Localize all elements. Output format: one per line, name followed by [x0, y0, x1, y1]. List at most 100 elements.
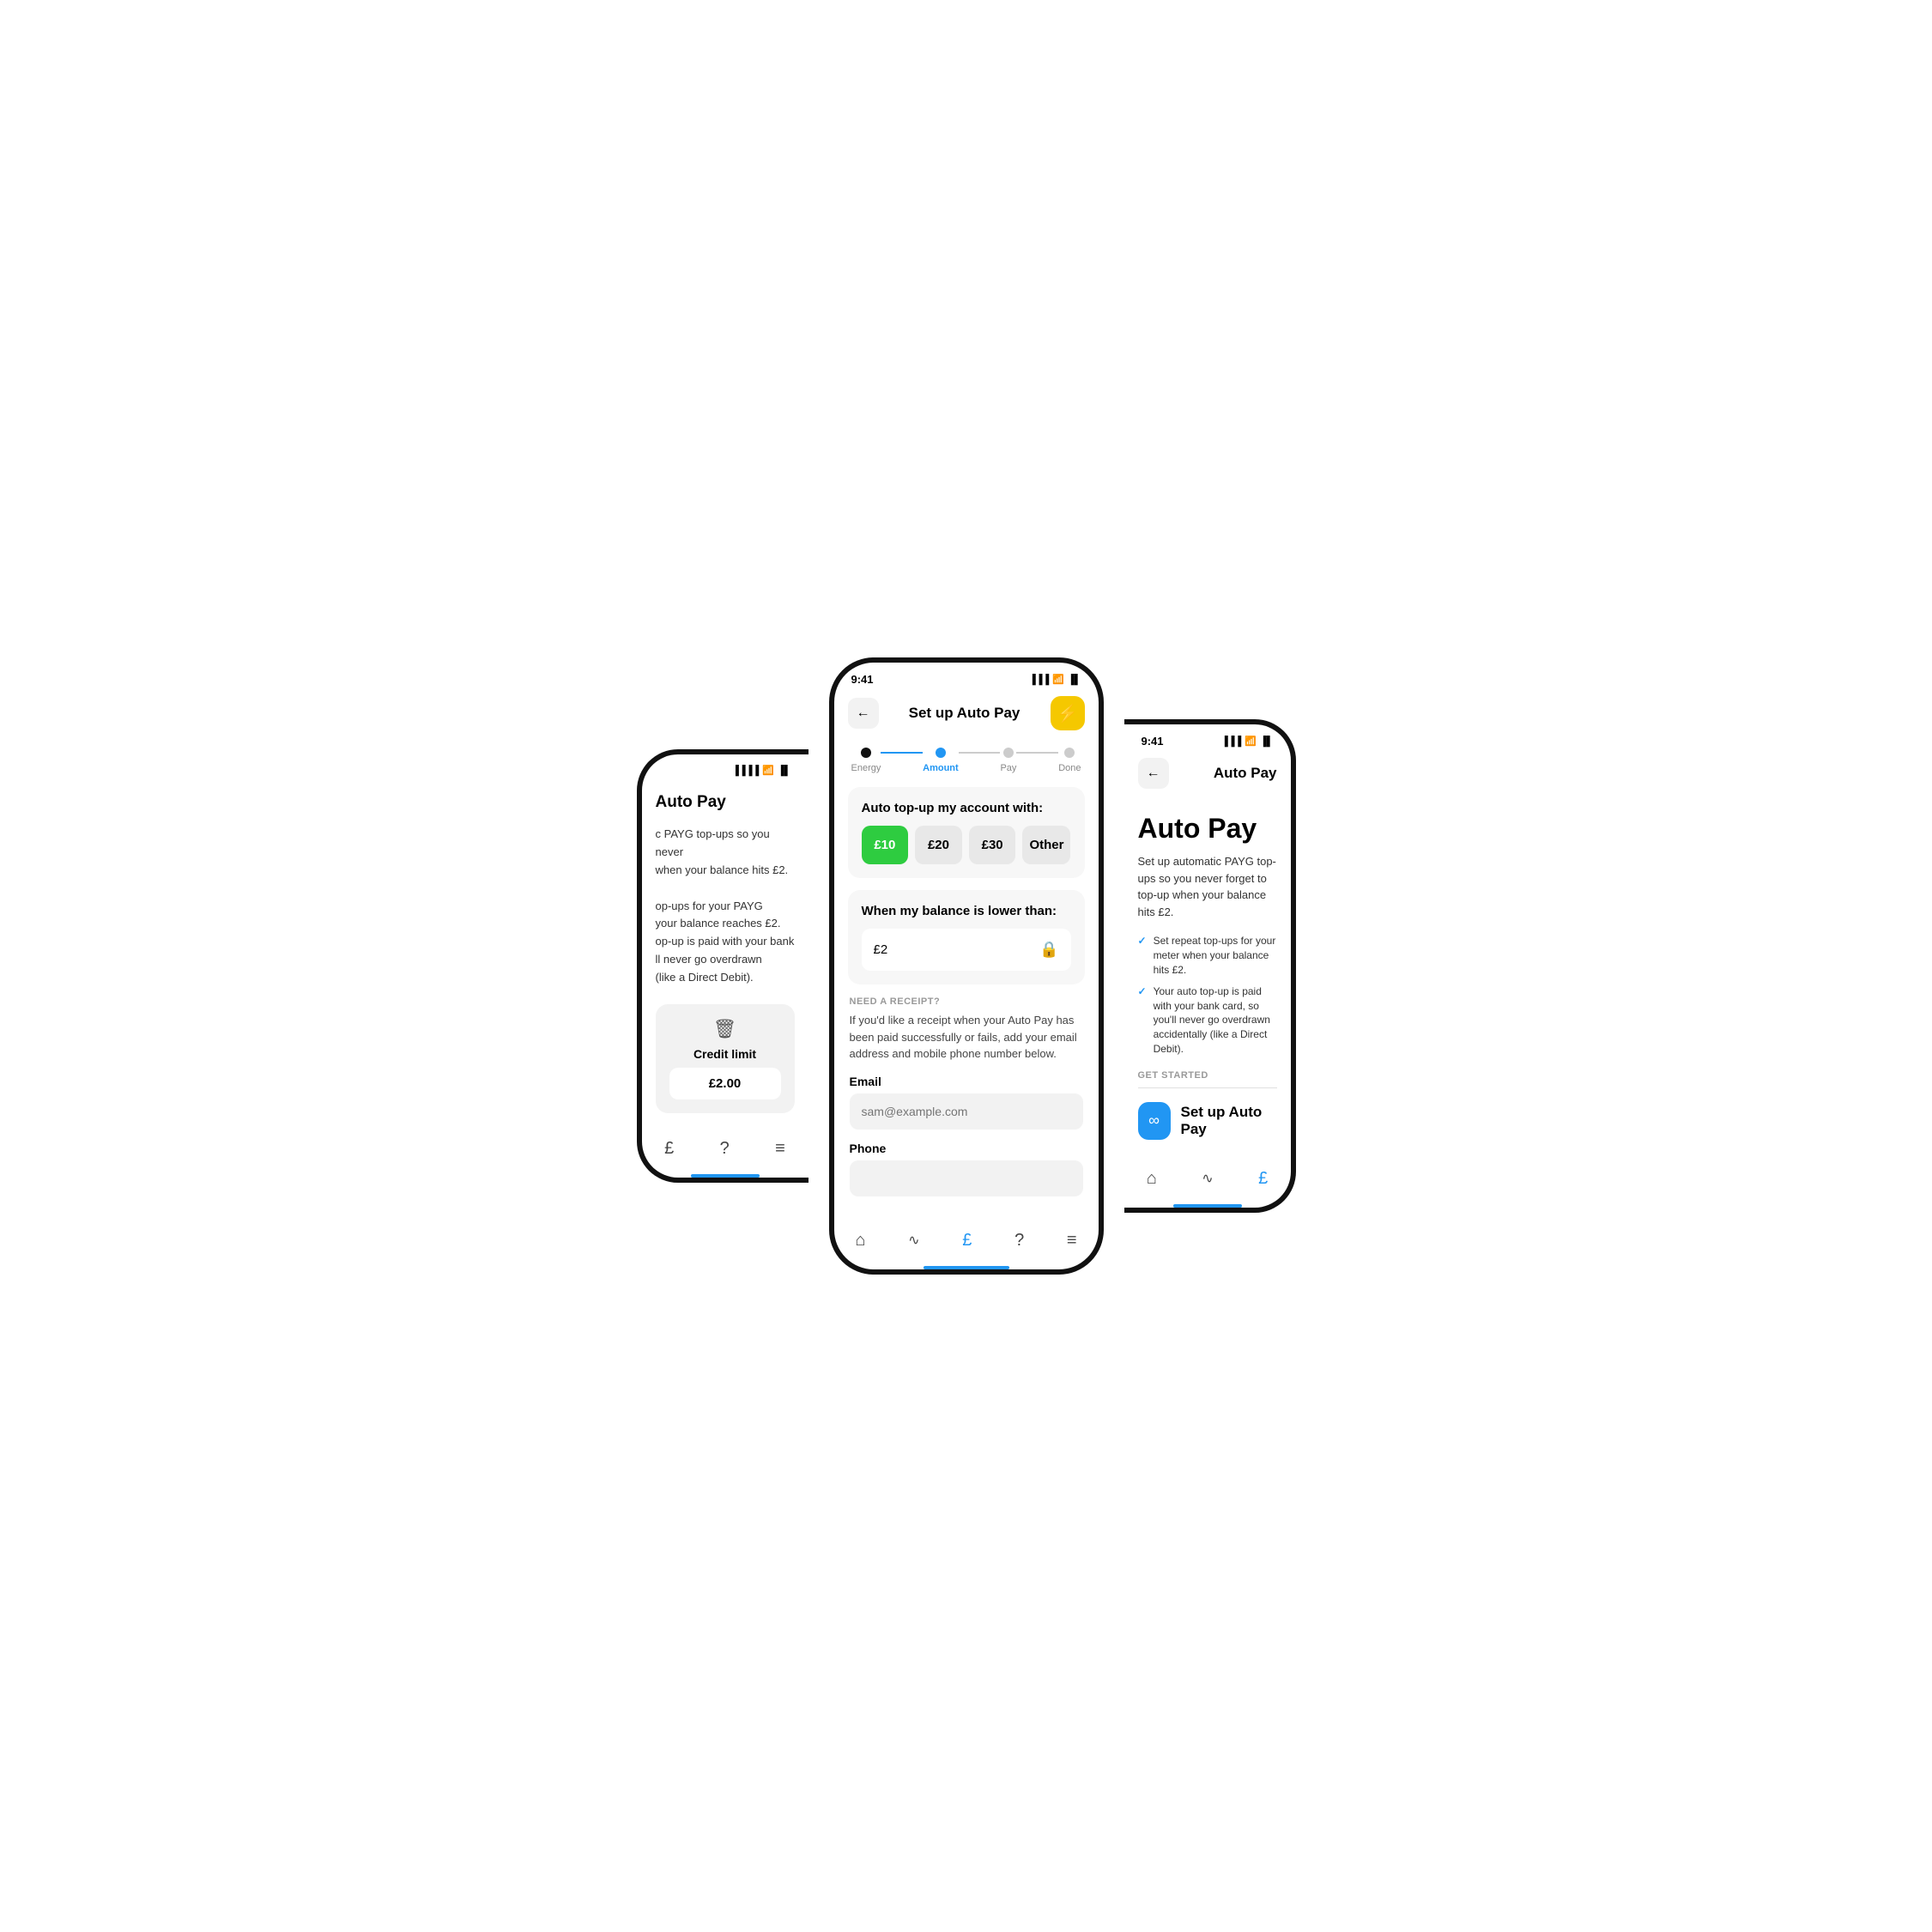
center-status-bar: 9:41 ▐▐▐ 📶 ▐▌ — [834, 663, 1099, 689]
right-content: Auto Pay Set up automatic PAYG top-ups s… — [1124, 799, 1291, 1156]
center-flash-button[interactable]: ⚡ — [1051, 696, 1085, 730]
balance-card: When my balance is lower than: £2 🔒 — [848, 890, 1085, 984]
balance-value: £2 — [874, 942, 888, 957]
battery-icon: ▐▌ — [778, 766, 791, 776]
receipt-label: NEED A RECEIPT? — [850, 996, 1083, 1007]
receipt-section: NEED A RECEIPT? If you'd like a receipt … — [848, 996, 1085, 1208]
check-item-2: ✓ Your auto top-up is paid with your ban… — [1138, 984, 1277, 1057]
right-description: Set up automatic PAYG top-ups so you nev… — [1138, 853, 1277, 920]
center-nav-help-icon[interactable]: ? — [1011, 1227, 1027, 1254]
right-nav-title: Auto Pay — [1214, 765, 1277, 782]
center-nav-title: Set up Auto Pay — [909, 705, 1021, 722]
amount-options: £10 £20 £30 Other — [862, 826, 1071, 864]
scene: ▐▐▐▐ 📶 ▐▌ Auto Pay c PAYG top-ups so you… — [494, 657, 1438, 1275]
amount-20-button[interactable]: £20 — [915, 826, 962, 864]
center-battery-icon: ▐▌ — [1068, 675, 1081, 685]
stepper-line-1 — [881, 752, 923, 754]
credit-value: £2.00 — [669, 1068, 781, 1099]
flash-icon: ⚡ — [1057, 703, 1078, 724]
left-status-icons: ▐▐▐▐ 📶 ▐▌ — [732, 765, 790, 776]
stepper-label-amount: Amount — [923, 763, 959, 773]
right-status-icons: ▐▐▐ 📶 ▐▌ — [1221, 736, 1274, 747]
wifi-icon: 📶 — [762, 765, 774, 776]
phone-input[interactable] — [850, 1160, 1083, 1196]
amount-card-title: Auto top-up my account with: — [862, 801, 1071, 815]
credit-limit-label: Credit limit — [693, 1047, 756, 1061]
center-nav-menu-icon[interactable]: ≡ — [1063, 1227, 1081, 1254]
left-nav-menu-icon[interactable]: ≡ — [772, 1136, 789, 1162]
center-status-icons: ▐▐▐ 📶 ▐▌ — [1029, 674, 1081, 685]
center-nav-payment-icon[interactable]: £ — [959, 1227, 975, 1254]
email-label: Email — [850, 1075, 1083, 1088]
right-signal-icon: ▐▐▐ — [1221, 736, 1241, 747]
left-nav-payment-icon[interactable]: £ — [661, 1136, 677, 1162]
email-input[interactable] — [850, 1093, 1083, 1130]
stepper-energy: Energy — [851, 748, 881, 773]
left-phone: ▐▐▐▐ 📶 ▐▌ Auto Pay c PAYG top-ups so you… — [637, 749, 809, 1182]
setup-btn-label: Set up Auto Pay — [1181, 1104, 1277, 1138]
check-text-2: Your auto top-up is paid with your bank … — [1154, 984, 1277, 1057]
amount-card: Auto top-up my account with: £10 £20 £30… — [848, 787, 1085, 878]
center-bottom-nav: ⌂ ∿ £ ? ≡ — [834, 1219, 1099, 1269]
receipt-description: If you'd like a receipt when your Auto P… — [850, 1012, 1083, 1063]
balance-card-title: When my balance is lower than: — [862, 904, 1071, 918]
stepper-dot-pay — [1003, 748, 1014, 758]
stepper-pay: Pay — [1000, 748, 1016, 773]
left-title: Auto Pay — [656, 793, 795, 812]
check-mark-1: ✓ — [1138, 934, 1147, 977]
phone-label: Phone — [850, 1142, 1083, 1155]
trash-icon: 🗑 — [713, 1018, 737, 1040]
right-nav-header: ← Auto Pay — [1124, 751, 1291, 799]
stepper-dot-done — [1064, 748, 1075, 758]
amount-10-button[interactable]: £10 — [862, 826, 909, 864]
right-battery-icon: ▐▌ — [1260, 736, 1274, 747]
progress-stepper: Energy Amount Pay Done — [834, 741, 1099, 787]
center-nav-home-icon[interactable]: ⌂ — [851, 1227, 869, 1254]
stepper-line-3 — [1016, 752, 1058, 754]
stepper-label-pay: Pay — [1000, 763, 1016, 773]
right-nav-home-icon[interactable]: ⌂ — [1143, 1166, 1160, 1192]
right-nav-payment-icon[interactable]: £ — [1255, 1166, 1271, 1192]
center-nav-header: ← Set up Auto Pay ⚡ — [834, 689, 1099, 741]
right-big-title: Auto Pay — [1138, 813, 1277, 845]
right-time: 9:41 — [1142, 735, 1164, 748]
left-status-bar: ▐▐▐▐ 📶 ▐▌ — [642, 754, 809, 779]
lock-icon: 🔒 — [1039, 941, 1058, 959]
check-mark-2: ✓ — [1138, 984, 1147, 1057]
stepper-done: Done — [1058, 748, 1081, 773]
stepper-dot-amount — [936, 748, 946, 758]
center-wifi-icon: 📶 — [1052, 674, 1064, 685]
stepper-amount: Amount — [923, 748, 959, 773]
center-nav-activity-icon[interactable]: ∿ — [905, 1228, 923, 1252]
stepper-line-2 — [959, 752, 1001, 754]
right-bottom-nav: ⌂ ∿ £ — [1124, 1157, 1291, 1208]
right-nav-activity-icon[interactable]: ∿ — [1198, 1166, 1216, 1190]
auto-pay-icon: ∞ — [1138, 1102, 1171, 1140]
right-status-bar: 9:41 ▐▐▐ 📶 ▐▌ — [1124, 724, 1291, 751]
stepper-label-energy: Energy — [851, 763, 881, 773]
left-bottom-nav: £ ? ≡ — [642, 1127, 809, 1178]
stepper-dot-energy — [861, 748, 871, 758]
divider — [1138, 1087, 1277, 1088]
infinity-icon: ∞ — [1148, 1111, 1160, 1130]
right-wifi-icon: 📶 — [1245, 736, 1257, 747]
amount-other-button[interactable]: Other — [1022, 826, 1070, 864]
center-signal-icon: ▐▐▐ — [1029, 675, 1049, 685]
check-item-1: ✓ Set repeat top-ups for your meter when… — [1138, 934, 1277, 977]
amount-30-button[interactable]: £30 — [969, 826, 1016, 864]
setup-auto-pay-button[interactable]: ∞ Set up Auto Pay — [1138, 1099, 1277, 1143]
center-time: 9:41 — [851, 673, 874, 686]
check-text-1: Set repeat top-ups for your meter when y… — [1154, 934, 1277, 977]
credit-card: 🗑 Credit limit £2.00 — [656, 1004, 795, 1113]
stepper-label-done: Done — [1058, 763, 1081, 773]
left-nav-help-icon[interactable]: ? — [717, 1136, 733, 1162]
get-started-label: GET STARTED — [1138, 1070, 1277, 1081]
right-back-button[interactable]: ← — [1138, 758, 1169, 789]
left-content: Auto Pay c PAYG top-ups so you never whe… — [642, 779, 809, 1126]
balance-field: £2 🔒 — [862, 929, 1071, 971]
signal-icon: ▐▐▐▐ — [732, 766, 759, 776]
stepper-items: Energy Amount Pay Done — [851, 748, 1081, 773]
left-description: c PAYG top-ups so you never when your ba… — [656, 826, 795, 986]
center-back-button[interactable]: ← — [848, 698, 879, 729]
right-phone: 9:41 ▐▐▐ 📶 ▐▌ ← Auto Pay Auto Pay Set up… — [1124, 719, 1296, 1212]
